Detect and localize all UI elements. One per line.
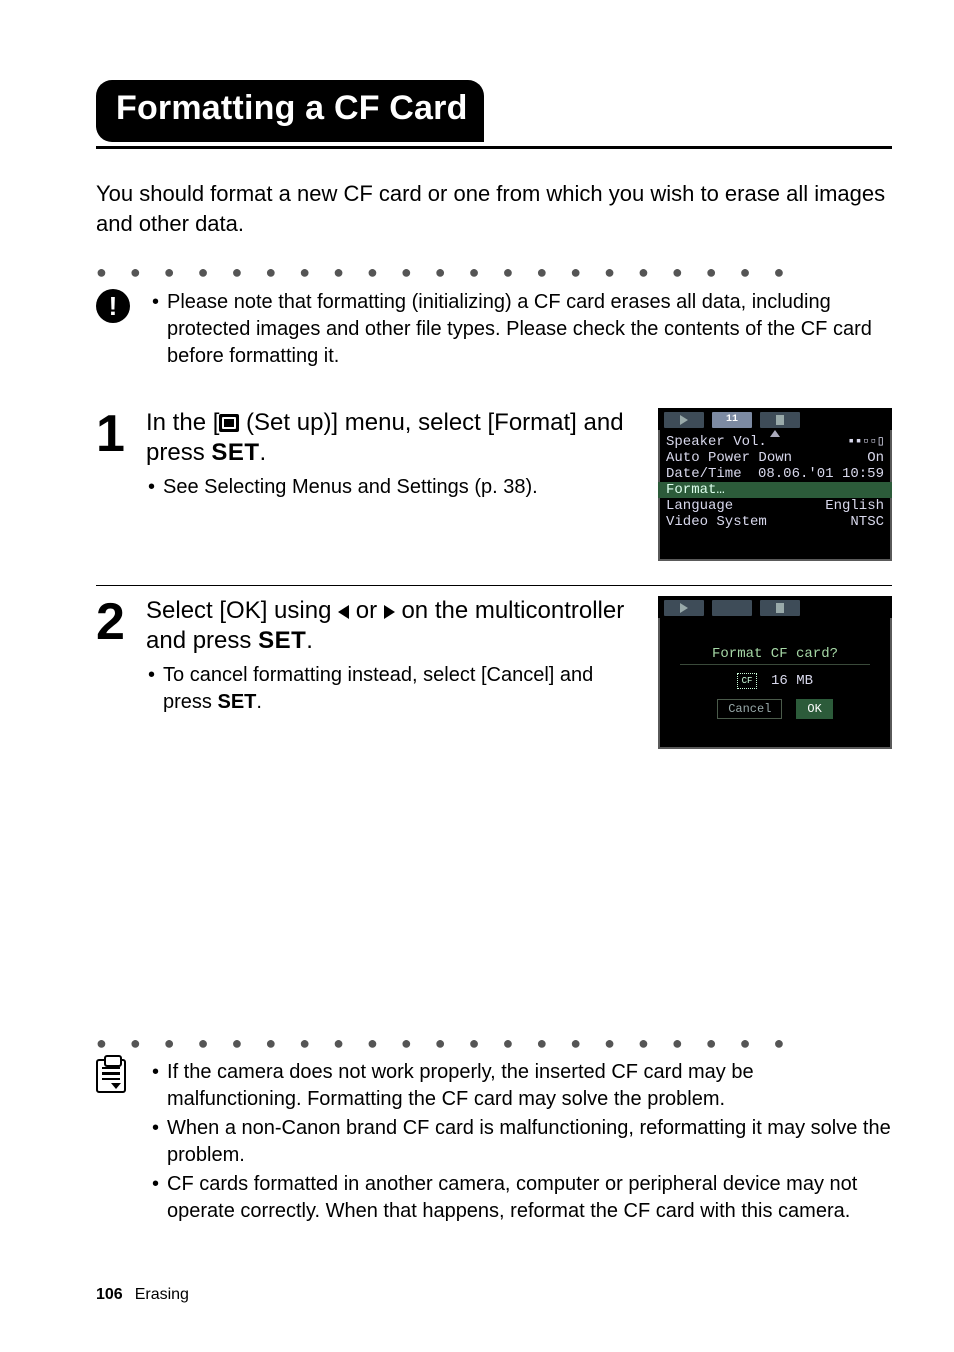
- note-clipboard-icon: [96, 1057, 134, 1227]
- intro-text: You should format a new CF card or one f…: [96, 179, 892, 238]
- footer-note-3: CF cards formatted in another camera, co…: [167, 1171, 892, 1225]
- page-title: Formatting a CF Card: [96, 80, 484, 142]
- page-footer: 106 Erasing: [96, 1284, 189, 1306]
- dot-separator-bottom: ● ● ● ● ● ● ● ● ● ● ● ● ● ● ● ● ● ● ● ● …: [96, 1031, 892, 1055]
- bullet-dot: •: [148, 474, 155, 501]
- lcd-card-size: 16 MB: [771, 673, 813, 689]
- dot-separator-top: ● ● ● ● ● ● ● ● ● ● ● ● ● ● ● ● ● ● ● ● …: [96, 260, 892, 284]
- lcd-tab-mycamera-icon: [760, 600, 800, 616]
- step2-title: Select [OK] using or on the multicontrol…: [146, 596, 644, 656]
- lcd-tab-mycamera-icon: [760, 412, 800, 428]
- set-label: SET: [258, 627, 306, 654]
- lcd-ok-button: OK: [796, 699, 832, 719]
- lcd-tab-setup-icon: 11: [712, 412, 752, 428]
- lcd-tab-play-icon: [664, 412, 704, 428]
- bullet-dot: •: [152, 289, 159, 370]
- right-arrow-icon: [384, 605, 395, 619]
- title-rule: [96, 146, 892, 149]
- step2-sub: To cancel formatting instead, select [Ca…: [163, 662, 644, 716]
- set-label: SET: [211, 439, 259, 466]
- left-arrow-icon: [338, 605, 349, 619]
- lcd-tab-setup-icon: [712, 600, 752, 616]
- warning-icon: !: [96, 287, 134, 372]
- footer-note-1: If the camera does not work properly, th…: [167, 1059, 892, 1113]
- lcd-screenshot-setup-menu: 11 Speaker Vol.▪▪▫▫▯ Auto Power DownOn D…: [658, 408, 892, 561]
- page-number: 106: [96, 1286, 123, 1303]
- bullet-dot: •: [152, 1171, 159, 1225]
- footer-note-2: When a non-Canon brand CF card is malfun…: [167, 1115, 892, 1169]
- lcd-tab-play-icon: [664, 600, 704, 616]
- setup-menu-icon: [219, 414, 239, 432]
- lcd-screenshot-format-dialog: Format CF card? CF 16 MB Cancel OK: [658, 596, 892, 749]
- step1-sub: See Selecting Menus and Settings (p. 38)…: [163, 474, 538, 501]
- title-block: Formatting a CF Card: [96, 80, 892, 149]
- lcd-cancel-button: Cancel: [717, 699, 782, 719]
- page-section: Erasing: [135, 1286, 189, 1303]
- step-number-2: 2: [96, 596, 132, 749]
- warning-text: Please note that formatting (initializin…: [167, 289, 892, 370]
- step-number-1: 1: [96, 408, 132, 561]
- bullet-dot: •: [148, 662, 155, 716]
- bullet-dot: •: [152, 1059, 159, 1113]
- cf-card-icon: CF: [737, 673, 757, 689]
- bullet-dot: •: [152, 1115, 159, 1169]
- lcd-dialog-title: Format CF card?: [680, 646, 870, 665]
- step1-title: In the [ (Set up)] menu, select [Format]…: [146, 408, 644, 468]
- lcd-scroll-up-icon: [770, 430, 780, 437]
